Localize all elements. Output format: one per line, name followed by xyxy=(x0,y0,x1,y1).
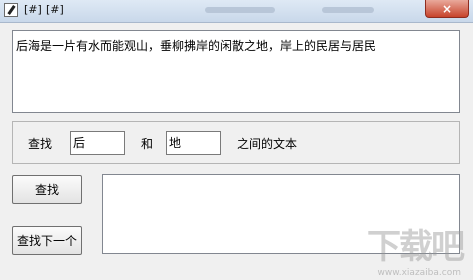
between-text-label: 之间的文本 xyxy=(237,137,298,151)
source-text: 后海是一片有水而能观山，垂柳拂岸的闲散之地，岸上的民居与居民 xyxy=(16,39,377,53)
end-text-input[interactable]: 地 xyxy=(166,131,221,155)
start-text-input[interactable]: 后 xyxy=(70,131,125,155)
and-label: 和 xyxy=(141,137,154,151)
source-text-area[interactable]: 后海是一片有水而能观山，垂柳拂岸的闲散之地，岸上的民居与居民 xyxy=(12,30,460,113)
find-button[interactable]: 查找 xyxy=(12,175,82,204)
close-button[interactable]: × xyxy=(425,0,469,18)
app-icon xyxy=(4,3,18,17)
title-bar: [#] [#] × xyxy=(0,0,473,23)
title-blur xyxy=(205,7,275,13)
search-group: 查找 后 和 地 之间的文本 xyxy=(12,121,460,164)
watermark-url: www.xiazaiba.com xyxy=(377,268,461,278)
title-marker: [#] xyxy=(46,3,64,16)
watermark-logo: 下载吧 xyxy=(367,227,465,267)
title-blur xyxy=(322,7,374,13)
find-label: 查找 xyxy=(28,137,53,151)
find-next-button[interactable]: 查找下一个 xyxy=(12,226,82,255)
title-marker: [#] xyxy=(24,3,42,16)
close-icon: × xyxy=(441,1,453,16)
